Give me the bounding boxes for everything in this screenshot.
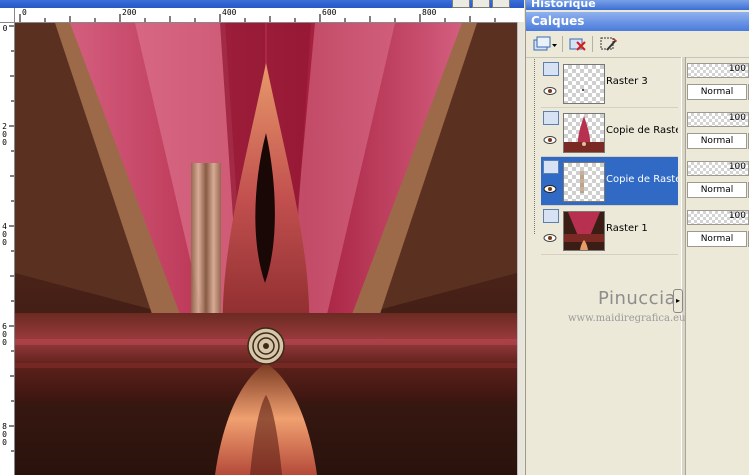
thumbnail-artwork	[564, 212, 604, 250]
layer-row-raster-3[interactable]: Raster 3	[541, 59, 678, 108]
layer-props-copie-de-raster: 100 Normal	[685, 108, 749, 156]
layer-name: Copie de Raster	[606, 174, 678, 185]
visibility-eye-icon[interactable]	[543, 233, 557, 243]
layer-thumbnail	[563, 113, 605, 153]
layer-name: Raster 1	[606, 223, 648, 234]
thumbnail-artwork	[564, 116, 604, 152]
ruler-label-200: 200	[122, 8, 137, 17]
layers-title: Calques	[531, 14, 585, 28]
ruler-horizontal: 0 200 400 600 800	[0, 8, 524, 23]
blend-mode-select[interactable]: Normal	[687, 182, 747, 198]
artwork-render	[15, 23, 517, 475]
visibility-eye-icon[interactable]	[543, 135, 557, 145]
layer-type-icon	[543, 209, 559, 223]
opacity-slider[interactable]: 100	[687, 161, 749, 176]
maximize-button[interactable]	[472, 0, 490, 8]
watermark-url: www.maidiregrafica.eu	[568, 313, 686, 324]
opacity-value: 100	[728, 113, 746, 123]
canvas-window: 0 200 400 600 800 0 2 0 0 4 0 0 6 0 0 8 …	[0, 0, 524, 475]
ruler-vertical-ticks	[9, 25, 14, 452]
vruler-label-600: 6 0 0	[2, 322, 7, 347]
ruler-label-0: 0	[22, 8, 27, 17]
layer-type-icon	[543, 62, 559, 76]
ruler-label-800: 800	[422, 8, 437, 17]
edit-selection-button[interactable]	[598, 34, 620, 54]
blend-mode-select[interactable]: Normal	[687, 84, 747, 100]
layer-thumbnail	[563, 211, 605, 251]
opacity-value: 100	[728, 211, 746, 221]
layer-name: Copie de Raster	[606, 125, 678, 136]
layer-row-raster-1[interactable]: Raster 1	[541, 206, 678, 255]
watermark-name: Pinuccia	[598, 288, 677, 309]
layer-row-copie-de-raster[interactable]: Copie de Raster	[541, 108, 678, 157]
layer-row-copie-de-raster-selected[interactable]: Copie de Raster	[541, 157, 678, 206]
history-palette-title[interactable]: Historique	[526, 0, 749, 10]
document-image[interactable]	[15, 23, 517, 475]
layer-props-raster-3: 100 Normal	[685, 59, 749, 107]
edit-selection-icon	[600, 37, 617, 51]
blend-mode-select[interactable]: Normal	[687, 133, 747, 149]
toolbar-separator	[592, 36, 593, 52]
ruler-label-600: 600	[322, 8, 337, 17]
opacity-slider[interactable]: 100	[687, 210, 749, 225]
canvas-scrollbar[interactable]	[517, 22, 524, 475]
opacity-value: 100	[728, 64, 746, 74]
window-title-strip	[0, 0, 524, 8]
layers-palette-title[interactable]: Calques	[526, 12, 749, 31]
opacity-slider[interactable]: 100	[687, 63, 749, 78]
layer-type-icon	[543, 111, 559, 125]
layer-name: Raster 3	[606, 76, 648, 87]
layers-toolbar	[526, 31, 749, 58]
layer-properties: 100 Normal 100 Normal 100 Normal 100 Nor…	[685, 59, 749, 259]
ruler-horizontal-ticks	[19, 14, 496, 22]
minimize-button[interactable]	[452, 0, 470, 8]
layer-list: Raster 3 Copie de Raster Copie de Raster…	[532, 59, 678, 459]
ruler-corner	[0, 8, 15, 23]
toolbar-separator	[562, 36, 563, 52]
layer-props-copie-de-raster-selected: 100 Normal	[685, 157, 749, 205]
vruler-label-400: 4 0 0	[2, 222, 7, 247]
opacity-value: 100	[728, 162, 746, 172]
delete-layer-icon	[569, 38, 586, 51]
close-button[interactable]	[492, 0, 510, 8]
visibility-eye-icon[interactable]	[543, 184, 557, 194]
vruler-label-200: 2 0 0	[2, 122, 7, 147]
blend-mode-select[interactable]: Normal	[687, 231, 747, 247]
delete-layer-button[interactable]	[567, 34, 589, 54]
visibility-eye-icon[interactable]	[543, 86, 557, 96]
layer-props-raster-1: 100 Normal	[685, 206, 749, 254]
layer-type-icon	[543, 160, 559, 174]
ruler-vertical: 0 2 0 0 4 0 0 6 0 0 8 0 0	[0, 22, 15, 475]
layer-thumbnail	[563, 64, 605, 104]
opacity-slider[interactable]: 100	[687, 112, 749, 127]
new-layer-icon	[533, 36, 557, 51]
history-title: Historique	[531, 0, 596, 10]
new-layer-button[interactable]	[532, 34, 558, 54]
vruler-label-0: 0	[2, 24, 8, 33]
ruler-label-400: 400	[222, 8, 237, 17]
layers-palette: Historique Calques Raster 3 Copie de Ras…	[525, 0, 749, 475]
vruler-label-800: 8 0 0	[2, 422, 7, 447]
layer-thumbnail	[563, 162, 605, 202]
